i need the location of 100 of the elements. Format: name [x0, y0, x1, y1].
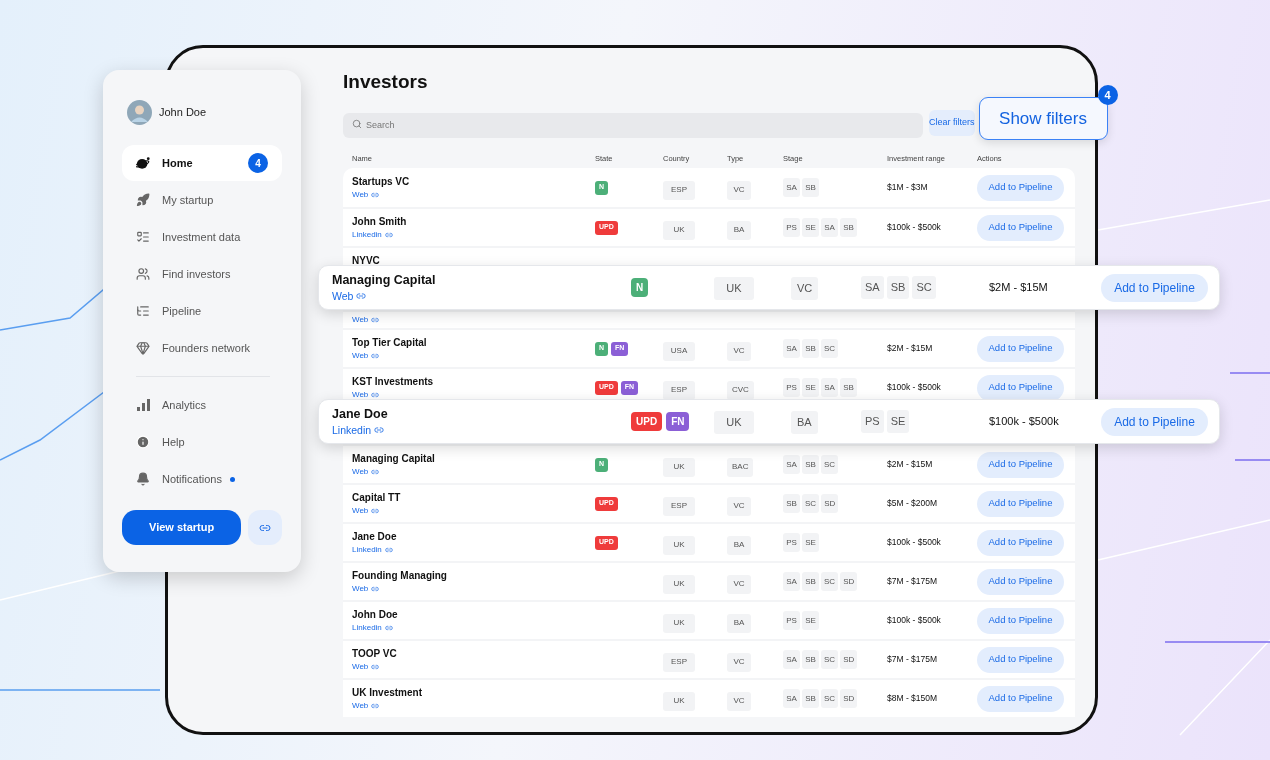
profile-link[interactable]: Web — [352, 699, 380, 712]
stage-tag: SE — [886, 410, 910, 433]
stage-tag: SC — [912, 276, 936, 299]
add-to-pipeline-button[interactable]: Add to Pipeline — [1101, 273, 1208, 302]
investment-range: $1M - $3M — [887, 181, 929, 194]
nav-item[interactable]: Notifications — [122, 461, 282, 497]
type-tag: VC — [727, 341, 751, 361]
add-to-pipeline-button[interactable]: Add to Pipeline — [977, 607, 1064, 634]
stage-tag: SB — [783, 494, 800, 513]
stage-tag: SA — [783, 689, 800, 708]
profile-link[interactable]: Web — [352, 349, 380, 362]
link-icon — [371, 316, 380, 324]
link-icon — [384, 545, 393, 554]
stage-tag: SB — [802, 572, 819, 591]
profile-link[interactable]: Linkedin — [352, 228, 393, 241]
investment-range: $100k - $500k — [989, 414, 1060, 430]
stage-tag: SC — [802, 494, 820, 513]
profile-link[interactable]: Web — [352, 504, 380, 517]
page-title: Investors — [343, 70, 429, 94]
stage-tag: SA — [821, 378, 838, 397]
highlighted-row[interactable]: Jane Doe Linkedin UPD FN UK BA PS SE $100k - $500k Add to Pipeline — [318, 399, 1220, 444]
planet-icon — [136, 156, 150, 170]
link-icon — [371, 190, 380, 199]
stage-tag: SA — [783, 650, 800, 669]
type-tag: BAC — [727, 457, 754, 477]
investor-name: Capital TT — [352, 490, 402, 505]
stage-tag: SB — [802, 689, 819, 708]
add-to-pipeline-button[interactable]: Add to Pipeline — [977, 451, 1064, 478]
type-tag: CVC — [727, 380, 754, 400]
nav-item[interactable]: Investment data — [122, 219, 282, 255]
country-tag: ESP — [663, 380, 695, 400]
profile-link[interactable]: Linkedin — [352, 543, 393, 556]
country-tag: UK — [663, 535, 695, 555]
investment-range: $100k - $500k — [887, 614, 942, 627]
add-to-pipeline-button[interactable]: Add to Pipeline — [977, 685, 1064, 712]
stage-tag: SD — [840, 572, 858, 591]
clear-filters-button[interactable]: Clear filters — [929, 110, 975, 136]
rocket-icon — [136, 193, 150, 207]
copy-link-button[interactable] — [248, 510, 282, 545]
type-tag: BA — [727, 613, 751, 633]
nav-item[interactable]: Pipeline — [122, 293, 282, 329]
nav-item[interactable]: My startup — [122, 182, 282, 218]
profile-link[interactable]: Web — [352, 314, 380, 326]
type-tag: BA — [791, 410, 818, 434]
add-to-pipeline-button[interactable]: Add to Pipeline — [1101, 407, 1208, 436]
stage-tag: SE — [802, 218, 819, 237]
link-icon — [371, 584, 380, 593]
stage-tag: SB — [886, 276, 910, 299]
stage-tag: SD — [821, 494, 839, 513]
add-to-pipeline-button[interactable]: Add to Pipeline — [977, 335, 1064, 362]
stage-tag: SB — [802, 178, 819, 197]
type-tag: VC — [727, 180, 751, 200]
stage-tag: PS — [783, 378, 800, 397]
profile-link[interactable]: Web — [332, 289, 367, 303]
stage-tag: SC — [821, 339, 839, 358]
stage-tag: SC — [821, 689, 839, 708]
stage-tag: PS — [783, 533, 800, 552]
stage-tag: SA — [783, 572, 800, 591]
profile-link[interactable]: Web — [352, 188, 380, 201]
investor-name: Top Tier Capital — [352, 335, 428, 350]
stage-tag: SA — [783, 339, 800, 358]
link-icon — [371, 390, 380, 399]
stage-tag: SC — [821, 455, 839, 474]
nav-item[interactable]: Home 4 — [122, 145, 282, 181]
investment-range: $5M - $200M — [887, 497, 939, 510]
add-to-pipeline-button[interactable]: Add to Pipeline — [977, 174, 1064, 201]
profile-link[interactable]: Web — [352, 660, 380, 673]
country-tag: UK — [663, 574, 695, 594]
investment-range: $100k - $500k — [887, 381, 942, 394]
people-icon — [136, 267, 150, 281]
add-to-pipeline-button[interactable]: Add to Pipeline — [977, 214, 1064, 241]
nav-item[interactable]: Find investors — [122, 256, 282, 292]
add-to-pipeline-button[interactable]: Add to Pipeline — [977, 529, 1064, 556]
nav-item[interactable]: Analytics — [122, 387, 282, 423]
country-tag: UK — [663, 457, 695, 477]
add-to-pipeline-button[interactable]: Add to Pipeline — [977, 490, 1064, 517]
country-tag: UK — [714, 410, 754, 434]
add-to-pipeline-button[interactable]: Add to Pipeline — [977, 646, 1064, 673]
highlighted-row[interactable]: Managing Capital Web N UK VC SA SB SC $2M - $15M Add to Pipeline — [318, 265, 1220, 310]
nav-item[interactable]: Founders network — [122, 330, 282, 366]
investor-name: Founding Managing — [352, 568, 448, 583]
stage-tag: SB — [802, 650, 819, 669]
profile-link[interactable]: Linkedin — [332, 423, 385, 437]
view-startup-button[interactable]: View startup — [122, 510, 242, 545]
profile-link[interactable]: Web — [352, 465, 380, 478]
nav-item[interactable]: Help — [122, 424, 282, 460]
link-icon — [371, 662, 380, 671]
profile-link[interactable]: Web — [352, 582, 380, 595]
investment-range: $100k - $500k — [887, 221, 942, 234]
profile-link[interactable]: Web — [352, 388, 380, 401]
stage-tag: PS — [783, 218, 800, 237]
search-field[interactable]: Search — [343, 112, 923, 138]
add-to-pipeline-button[interactable]: Add to Pipeline — [977, 568, 1064, 595]
add-to-pipeline-button[interactable]: Add to Pipeline — [977, 374, 1064, 401]
show-filters-button[interactable]: Show filters — [978, 97, 1108, 140]
stage-tag: SE — [802, 533, 819, 552]
profile-link[interactable]: Linkedin — [352, 621, 393, 634]
state-tag: FN — [666, 412, 690, 431]
country-tag: ESP — [663, 652, 695, 672]
stage-tag: SC — [821, 572, 839, 591]
